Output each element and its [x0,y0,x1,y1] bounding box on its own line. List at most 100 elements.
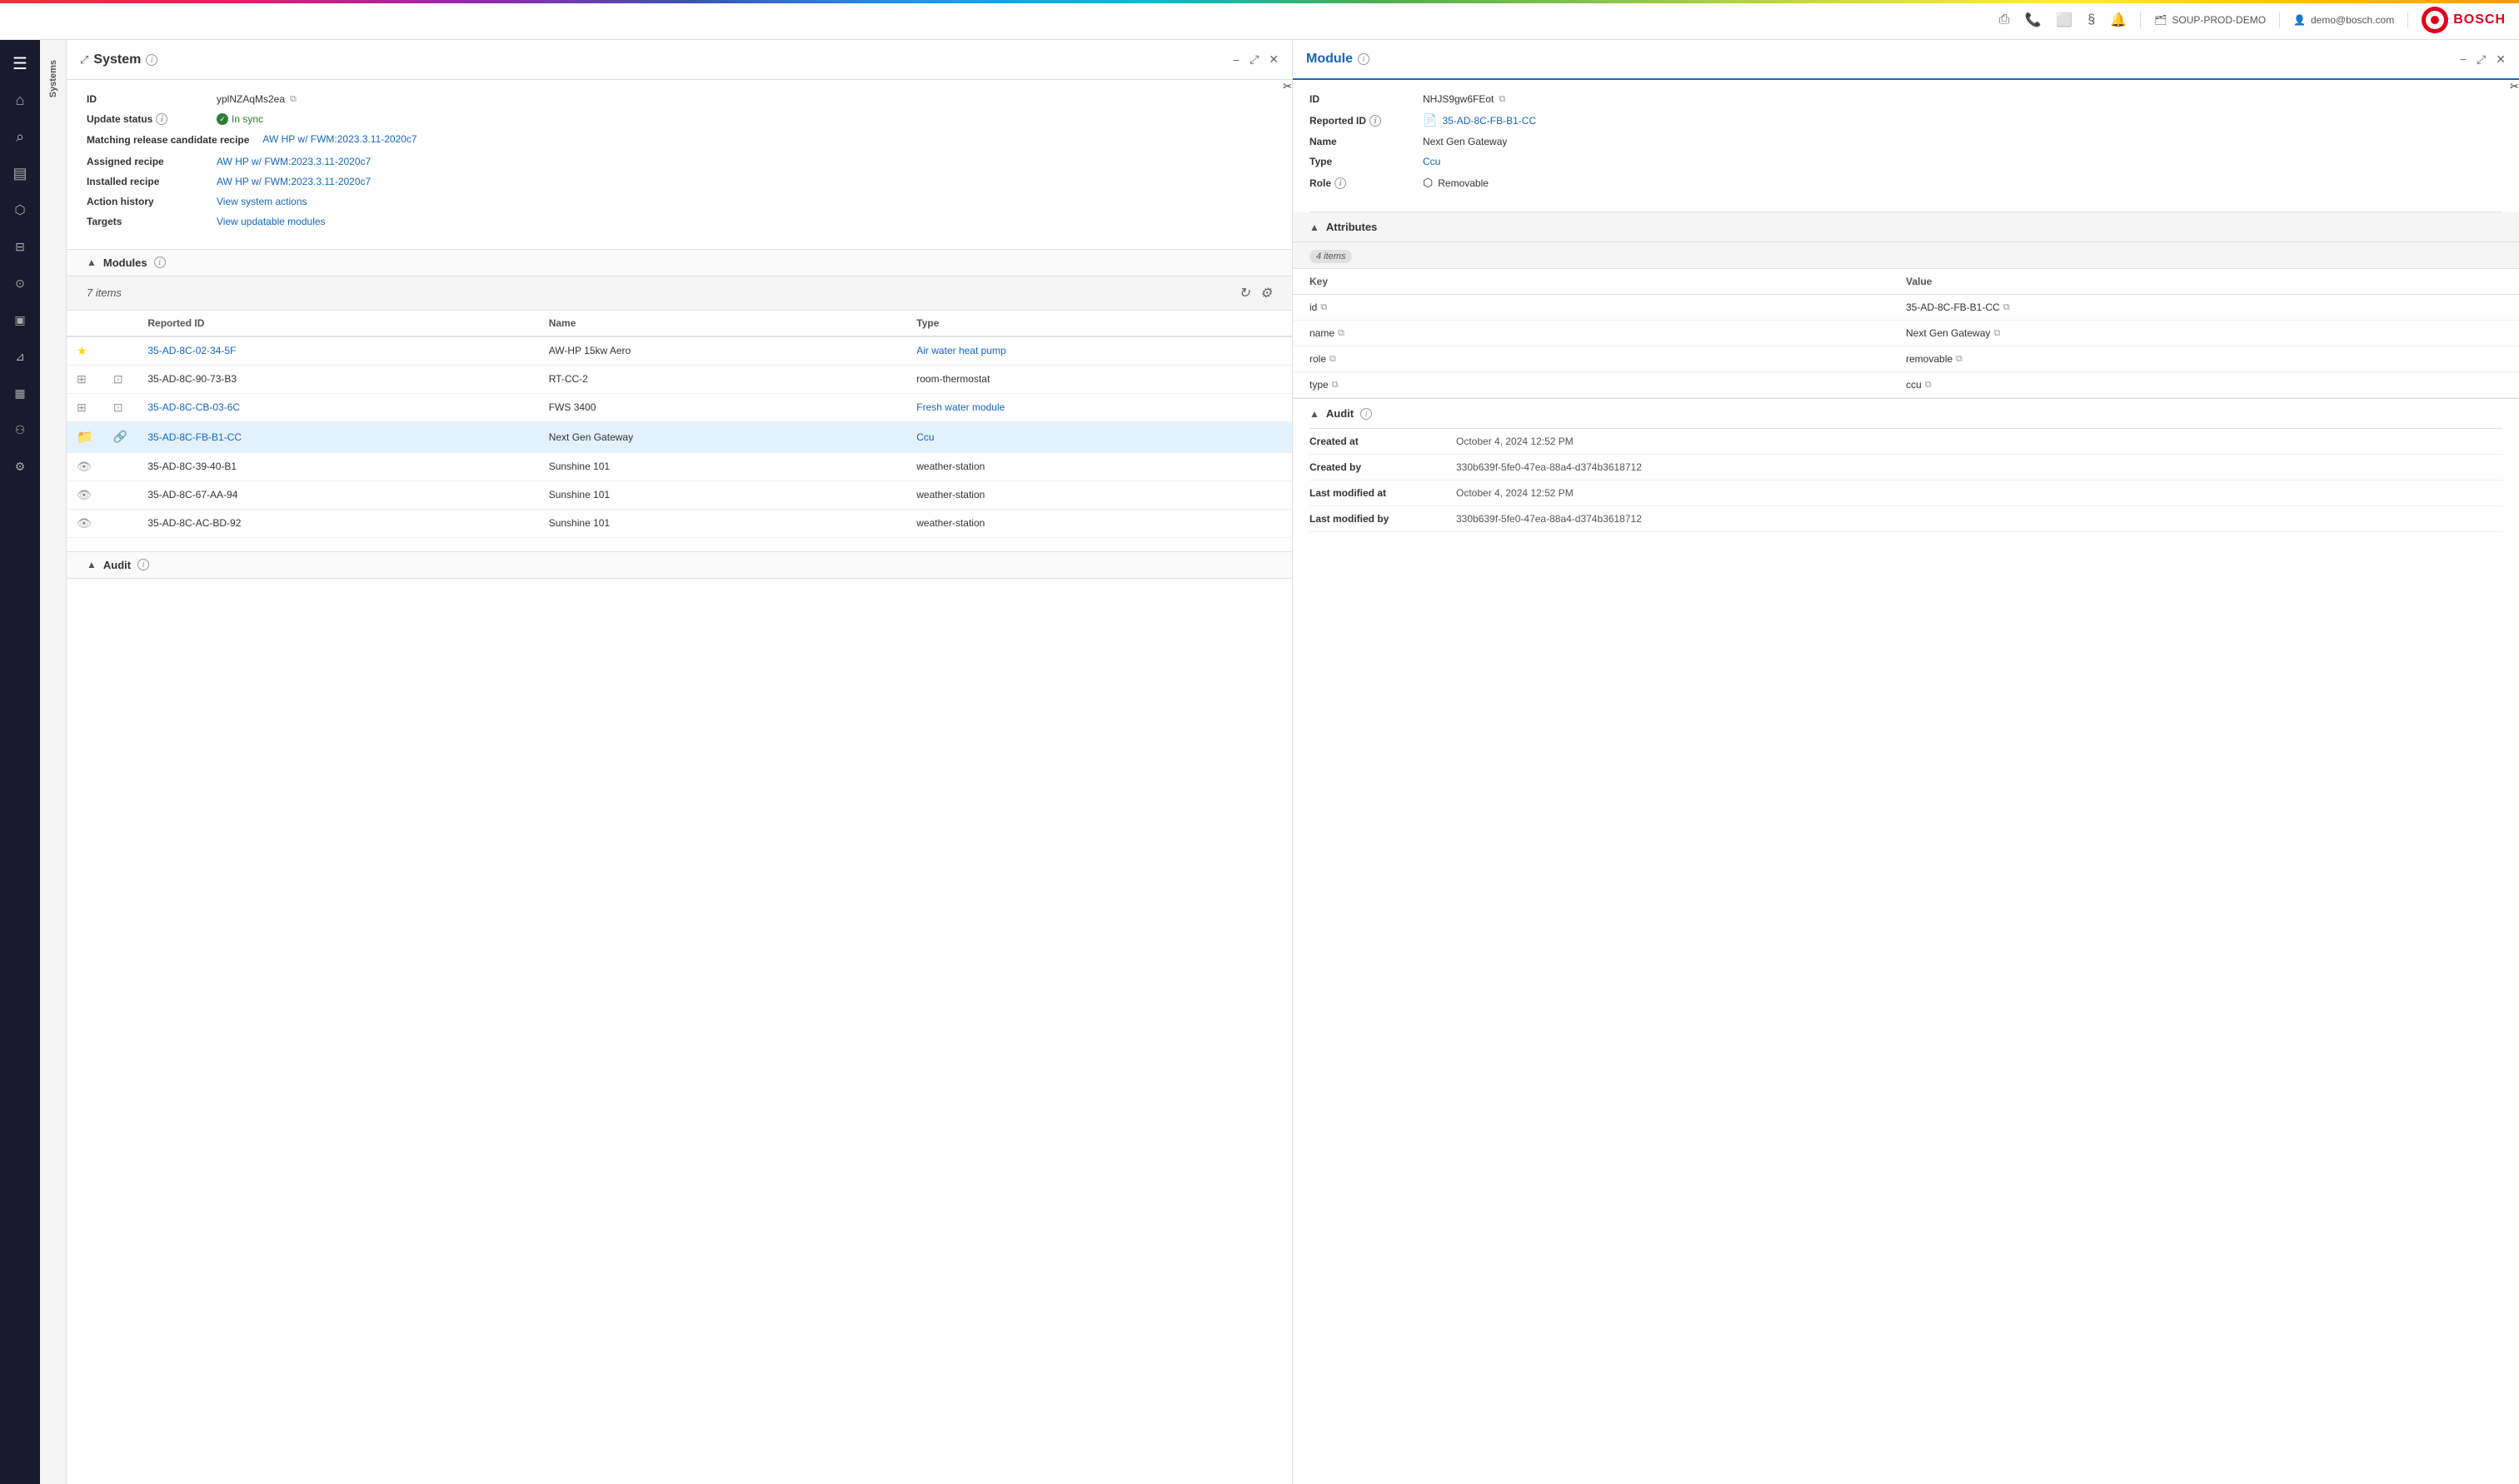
audit-created-at-row: Created at October 4, 2024 12:52 PM [1309,429,2502,455]
module-id-row: ID NHJS9gw6FEot ⧉ [1309,93,2502,105]
sidebar-item-home[interactable]: ⌂ [3,83,37,117]
col-name: Name [539,311,907,336]
attr-key-copy-icon[interactable]: ⧉ [1332,380,1339,391]
attributes-toggle-icon: ▲ [1309,222,1319,233]
system-audit-section-header[interactable]: ▲ Audit i [67,551,1292,579]
grid-icon: ⊞ [77,372,87,386]
modules-section-header[interactable]: ▲ Modules i [67,249,1292,276]
module-type-link-cell[interactable]: Air water heat pump [916,345,1005,356]
table-row[interactable]: ⊞ ⊡ 35-AD-8C-90-73-B3 RT-CC-2 room-therm… [67,365,1292,393]
module-close-icon[interactable]: ✕ [2496,52,2506,67]
sidebar-item-settings[interactable]: ⚙ [3,450,37,483]
modules-info-icon[interactable]: i [154,256,166,268]
system-expand-icon[interactable]: ⤢ [80,53,88,67]
scissors-icon[interactable]: ✂ [1283,80,1292,93]
bell-icon[interactable]: 🔔 [2110,12,2127,28]
system-audit-info-icon[interactable]: i [137,559,149,570]
attr-value-copy-icon[interactable]: ⧉ [2003,302,2010,313]
module-id-copy-icon[interactable]: ⧉ [1499,94,1505,105]
module-info-icon[interactable]: i [1358,53,1369,65]
sync-status-dot: ✓ [217,113,228,125]
divider-2 [2279,12,2280,28]
attr-key-copy-icon[interactable]: ⧉ [1320,302,1327,313]
name-col: FWS 3400 [539,393,907,421]
system-action-history-value: View system actions [217,196,307,207]
content-area: Systems ⤢ System i − ⤢ ✕ [40,40,2519,1484]
systems-tab[interactable]: Systems [45,53,62,104]
env-indicator[interactable]: 🗂 SOUP-PROD-DEMO [2154,14,2266,26]
module-reported-id-info-icon[interactable]: i [1369,115,1381,127]
attributes-header[interactable]: ▲ Attributes [1293,212,2519,242]
system-id-copy-icon[interactable]: ⧉ [290,94,297,105]
audit-info-icon[interactable]: i [1360,408,1372,420]
table-row[interactable]: ⊞ ⊡ 35-AD-8C-CB-03-6C FWS 3400 Fresh wat… [67,393,1292,421]
module-id-label: ID [1309,93,1409,105]
audit-toggle-icon: ▲ [1309,408,1319,420]
system-minimize-icon[interactable]: − [1233,53,1240,67]
sidebar-item-package[interactable]: ▣ [3,303,37,336]
share-icon[interactable]: ⎙ [1999,12,2010,27]
module-id-link[interactable]: 35-AD-8C-FB-B1-CC [147,431,242,443]
attributes-count: 4 items [1309,250,1352,263]
attr-key-copy-icon[interactable]: ⧉ [1329,354,1336,365]
module-panel-content: ✂ ID NHJS9gw6FEot ⧉ Report [1293,80,2519,1484]
module-role-info-icon[interactable]: i [1334,177,1346,189]
table-row[interactable]: ★ 35-AD-8C-02-34-5F AW-HP 15kw Aero Air … [67,336,1292,366]
sidebar-item-analytics[interactable]: ▦ [3,376,37,410]
sidebar-item-vehicle[interactable]: ⊙ [3,266,37,300]
module-reported-id-link[interactable]: 35-AD-8C-FB-B1-CC [1442,115,1536,127]
attr-value-copy-icon[interactable]: ⧉ [1993,328,2000,339]
attr-key-copy-icon[interactable]: ⧉ [1338,328,1344,339]
module-maximize-icon[interactable]: ⤢ [2477,52,2486,67]
phone-icon[interactable]: 📞 [2024,12,2041,28]
module-type-link[interactable]: Ccu [1423,156,1440,167]
action-history-link[interactable]: View system actions [217,196,307,207]
row-icon-col: ⊞ [67,393,103,421]
update-status-info-icon[interactable]: i [156,113,167,125]
sidebar: ☰ ⌂ ⌕ ▤ ⬡ ⊟ ⊙ ▣ ⊿ ▦ ⚇ ⚙ [0,40,40,1484]
sidebar-item-filter[interactable]: ⊿ [3,340,37,373]
user-indicator[interactable]: 👤 demo@bosch.com [2293,14,2394,26]
module-type-row: Type Ccu [1309,156,2502,167]
modules-actions: ↻ ⚙ [1239,285,1272,301]
table-row[interactable]: 👁 35-AD-8C-67-AA-94 Sunshine 101 weather… [67,481,1292,509]
table-row[interactable]: 👁 35-AD-8C-AC-BD-92 Sunshine 101 weather… [67,509,1292,537]
sidebar-item-menu[interactable]: ☰ [3,47,37,80]
browser-icon[interactable]: ⬜ [2056,12,2073,28]
module-header-actions: − ⤢ ✕ [2460,52,2506,67]
module-id-link[interactable]: 35-AD-8C-CB-03-6C [147,401,240,413]
system-info-icon[interactable]: i [146,54,157,66]
sidebar-item-network[interactable]: ⬡ [3,193,37,227]
sidebar-item-search[interactable]: ⌕ [3,120,37,153]
attr-value-copy-icon[interactable]: ⧉ [1925,380,1932,391]
sidebar-item-list[interactable]: ⊟ [3,230,37,263]
table-row[interactable]: 📁 🔗 35-AD-8C-FB-B1-CC Next Gen Gateway C… [67,421,1292,452]
system-close-icon[interactable]: ✕ [1269,52,1279,67]
targets-link[interactable]: View updatable modules [217,216,326,227]
sidebar-item-chart[interactable]: ▤ [3,157,37,190]
paragraph-icon[interactable]: § [2088,12,2095,27]
module-scissors-icon[interactable]: ✂ [2510,80,2519,93]
module-type-link-cell[interactable]: Fresh water module [916,401,1005,413]
audit-header[interactable]: ▲ Audit i [1309,399,2502,429]
row-icon-col: 👁 [67,452,103,481]
bosch-circle [2422,7,2448,33]
modules-settings-icon[interactable]: ⚙ [1260,285,1272,301]
attr-row: role ⧉ removable ⧉ [1293,346,2519,372]
installed-recipe-link[interactable]: AW HP w/ FWM:2023.3.11-2020c7 [217,176,371,187]
attr-value-copy-icon[interactable]: ⧉ [1956,354,1963,365]
module-id-link[interactable]: 35-AD-8C-02-34-5F [147,345,236,356]
reported-id-col: 35-AD-8C-90-73-B3 [137,365,538,393]
reported-id-col: 35-AD-8C-67-AA-94 [137,481,538,509]
table-row[interactable]: 👁 35-AD-8C-39-40-B1 Sunshine 101 weather… [67,452,1292,481]
system-maximize-icon[interactable]: ⤢ [1250,52,1259,67]
assigned-recipe-link[interactable]: AW HP w/ FWM:2023.3.11-2020c7 [217,156,371,167]
row-icon2-col [103,452,137,481]
module-type-link-cell[interactable]: Ccu [916,431,934,443]
sidebar-item-users[interactable]: ⚇ [3,413,37,446]
module-minimize-icon[interactable]: − [2460,52,2467,66]
reported-id-col: 35-AD-8C-39-40-B1 [137,452,538,481]
matching-release-link[interactable]: AW HP w/ FWM:2023.3.11-2020c7 [262,133,417,145]
attr-value: ccu ⧉ [1906,379,2502,391]
modules-refresh-icon[interactable]: ↻ [1239,285,1250,301]
